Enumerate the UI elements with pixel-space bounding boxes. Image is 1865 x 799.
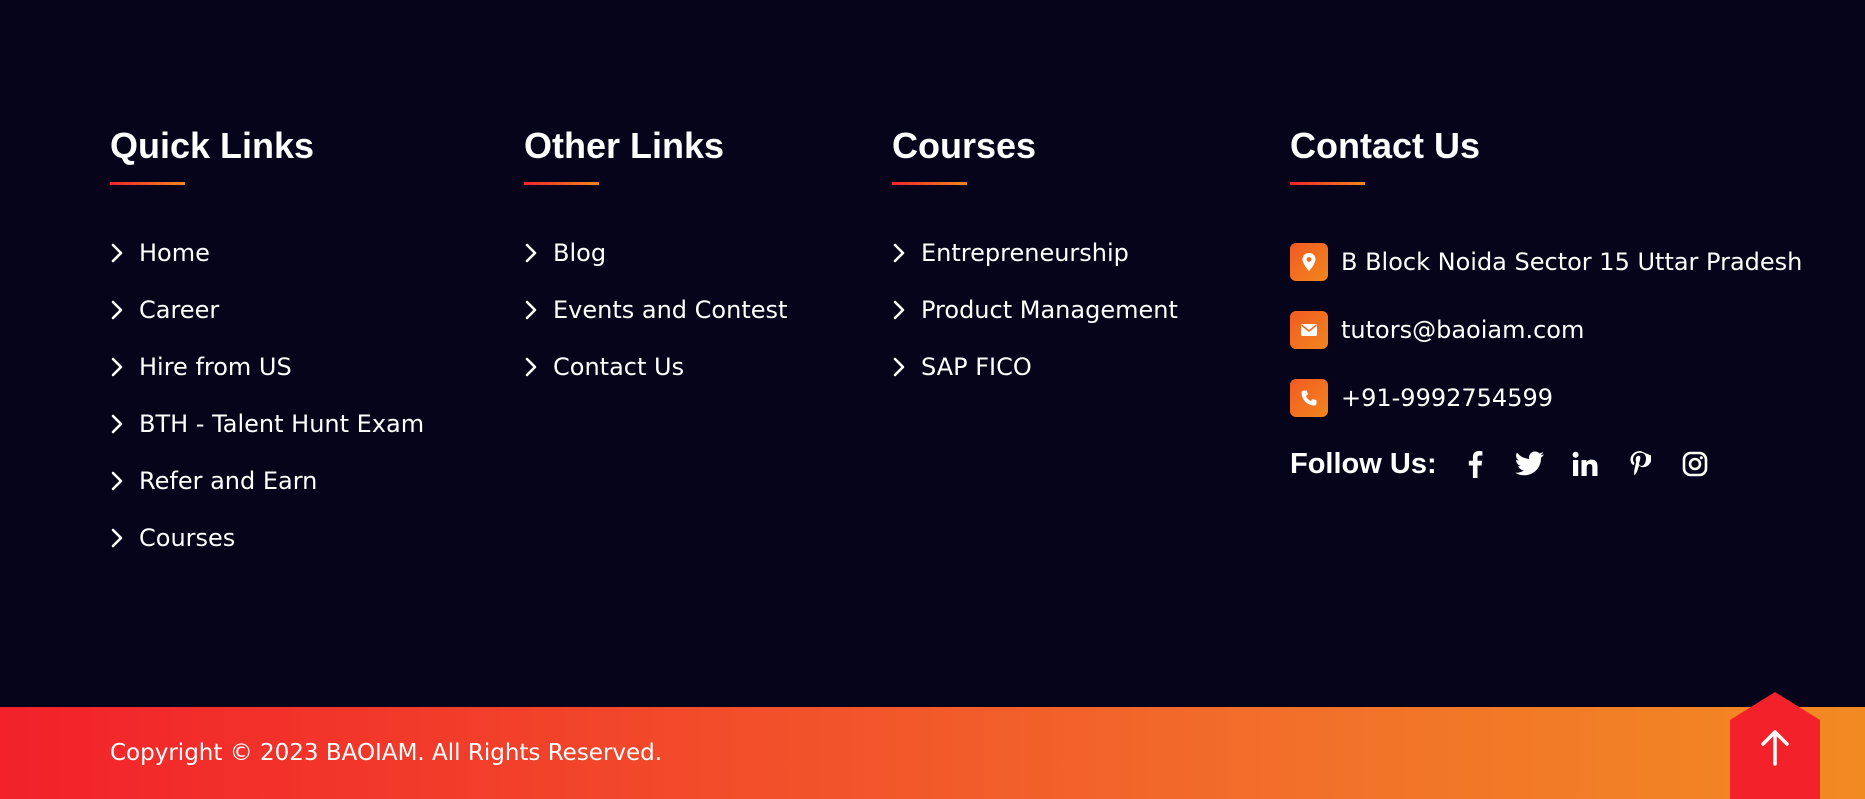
location-pin-icon <box>1290 243 1328 281</box>
envelope-icon <box>1290 311 1328 349</box>
linkedin-icon[interactable] <box>1567 446 1603 482</box>
chevron-right-icon <box>110 527 130 549</box>
copyright-bar: Copyright © 2023 BAOIAM. All Rights Rese… <box>0 707 1865 799</box>
link-label: Events and Contest <box>553 296 788 324</box>
twitter-icon[interactable] <box>1512 446 1548 482</box>
chevron-right-icon <box>110 242 130 264</box>
quick-link-talent-hunt-exam[interactable]: BTH - Talent Hunt Exam <box>110 408 424 440</box>
contact-column: Contact Us B Block Noida Sector 15 Uttar… <box>1290 124 1802 486</box>
quick-links-list: Home Career Hire from US BTH - Talent Hu… <box>110 237 424 554</box>
other-links-column: Other Links Blog Events and Contest Cont… <box>524 124 787 408</box>
address-text: B Block Noida Sector 15 Uttar Pradesh <box>1341 248 1803 276</box>
email-text[interactable]: tutors@baoiam.com <box>1341 314 1584 346</box>
courses-list: Entrepreneurship Product Management SAP … <box>892 237 1178 383</box>
link-label: BTH - Talent Hunt Exam <box>139 410 425 438</box>
footer-main: Quick Links Home Career Hire from US BTH… <box>0 0 1865 707</box>
contact-list: B Block Noida Sector 15 Uttar Pradesh tu… <box>1290 242 1802 486</box>
link-label: Entrepreneurship <box>921 239 1129 267</box>
quick-links-column: Quick Links Home Career Hire from US BTH… <box>110 124 424 579</box>
contact-heading: Contact Us <box>1290 125 1481 166</box>
heading-underline <box>1290 182 1365 185</box>
chevron-right-icon <box>110 299 130 321</box>
other-links-list: Blog Events and Contest Contact Us <box>524 237 787 383</box>
phone-text[interactable]: +91-9992754599 <box>1341 382 1553 414</box>
chevron-right-icon <box>524 356 544 378</box>
other-links-heading: Other Links <box>524 125 725 166</box>
follow-us-row: Follow Us: <box>1290 442 1802 486</box>
chevron-right-icon <box>110 470 130 492</box>
chevron-right-icon <box>110 413 130 435</box>
chevron-right-icon <box>892 242 912 264</box>
heading-underline <box>524 182 599 185</box>
heading-underline <box>110 182 185 185</box>
contact-address: B Block Noida Sector 15 Uttar Pradesh <box>1290 242 1802 282</box>
course-link-sap-fico[interactable]: SAP FICO <box>892 351 1178 383</box>
link-label: Courses <box>139 524 236 552</box>
other-link-events-and-contest[interactable]: Events and Contest <box>524 294 787 326</box>
quick-links-heading: Quick Links <box>110 125 315 166</box>
contact-email[interactable]: tutors@baoiam.com <box>1290 310 1802 350</box>
scroll-to-top-button[interactable] <box>1730 692 1820 799</box>
heading-underline <box>892 182 967 185</box>
copyright-text: Copyright © 2023 BAOIAM. All Rights Rese… <box>110 740 663 766</box>
chevron-right-icon <box>524 299 544 321</box>
quick-link-home[interactable]: Home <box>110 237 424 269</box>
other-link-contact-us[interactable]: Contact Us <box>524 351 787 383</box>
other-link-blog[interactable]: Blog <box>524 237 787 269</box>
link-label: Hire from US <box>139 353 292 381</box>
link-label: Product Management <box>921 296 1178 324</box>
link-label: SAP FICO <box>921 353 1032 381</box>
quick-link-courses[interactable]: Courses <box>110 522 424 554</box>
link-label: Home <box>139 239 210 267</box>
courses-column: Courses Entrepreneurship Product Managem… <box>892 124 1178 408</box>
arrow-up-icon <box>1730 692 1820 799</box>
pinterest-icon[interactable] <box>1622 446 1658 482</box>
chevron-right-icon <box>892 299 912 321</box>
instagram-icon[interactable] <box>1677 446 1713 482</box>
quick-link-career[interactable]: Career <box>110 294 424 326</box>
chevron-right-icon <box>110 356 130 378</box>
phone-icon <box>1290 379 1328 417</box>
link-label: Refer and Earn <box>139 467 318 495</box>
quick-link-refer-and-earn[interactable]: Refer and Earn <box>110 465 424 497</box>
link-label: Career <box>139 296 220 324</box>
courses-heading: Courses <box>892 125 1037 166</box>
chevron-right-icon <box>892 356 912 378</box>
course-link-product-management[interactable]: Product Management <box>892 294 1178 326</box>
chevron-right-icon <box>524 242 544 264</box>
link-label: Contact Us <box>553 353 685 381</box>
facebook-icon[interactable] <box>1457 446 1493 482</box>
quick-link-hire-from-us[interactable]: Hire from US <box>110 351 424 383</box>
contact-phone[interactable]: +91-9992754599 <box>1290 378 1802 418</box>
course-link-entrepreneurship[interactable]: Entrepreneurship <box>892 237 1178 269</box>
follow-us-label: Follow Us: <box>1290 447 1437 480</box>
link-label: Blog <box>553 239 607 267</box>
